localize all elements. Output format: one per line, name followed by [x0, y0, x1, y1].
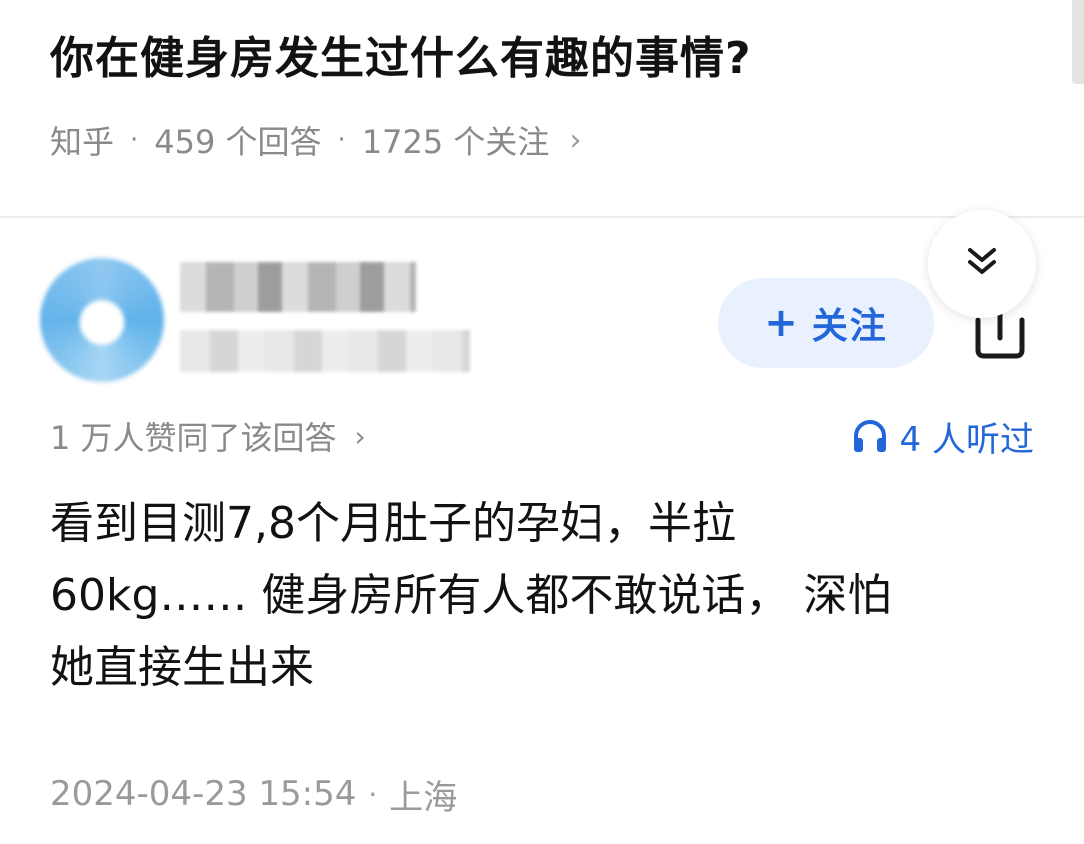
author-name-blurred[interactable] — [180, 262, 416, 312]
question-source: 知乎 — [50, 123, 115, 161]
meta-separator: · — [130, 125, 139, 155]
meta-separator: · — [368, 777, 378, 811]
question-meta[interactable]: 知乎 · 459 个回答 · 1725 个关注 › — [50, 114, 581, 166]
followers-count: 1725 个关注 — [361, 123, 550, 161]
follow-label: 关注 — [811, 306, 888, 347]
chevron-right-icon: › — [569, 122, 582, 158]
answer-timestamp: 2024-04-23 15:54 — [50, 774, 357, 814]
listen-count: 4 人听过 — [899, 419, 1034, 460]
headphones-icon — [853, 420, 886, 452]
answer-line: 她直接生出来 — [50, 642, 314, 693]
author-bio-blurred — [180, 330, 470, 372]
meta-separator: · — [337, 125, 346, 155]
votes-summary[interactable]: 1 万人赞同了该回答 › — [50, 412, 366, 460]
votes-text: 1 万人赞同了该回答 — [50, 419, 337, 457]
double-chevron-down-icon — [962, 242, 1002, 286]
collapse-button[interactable] — [928, 210, 1036, 318]
answer-footer: 2024-04-23 15:54 · 上海 — [50, 768, 457, 820]
listen-button[interactable]: 4 人听过 — [852, 412, 1034, 460]
answer-line: 60kg…… 健身房所有人都不敢说话， 深怕 — [50, 570, 892, 621]
avatar[interactable] — [40, 258, 164, 382]
chevron-right-icon: › — [354, 419, 366, 453]
answers-count: 459 个回答 — [154, 123, 322, 161]
divider — [0, 216, 1084, 218]
scrollbar-thumb[interactable] — [1072, 0, 1084, 84]
question-title[interactable]: 你在健身房发生过什么有趣的事情? — [50, 28, 752, 90]
answer-line: 看到目测7,8个月肚子的孕妇，半拉 — [50, 498, 736, 549]
follow-button[interactable]: + 关注 — [718, 278, 934, 368]
answer-location: 上海 — [389, 777, 458, 818]
answer-content[interactable]: 看到目测7,8个月肚子的孕妇，半拉 60kg…… 健身房所有人都不敢说话， 深怕… — [50, 488, 1040, 704]
plus-icon: + — [764, 300, 800, 346]
